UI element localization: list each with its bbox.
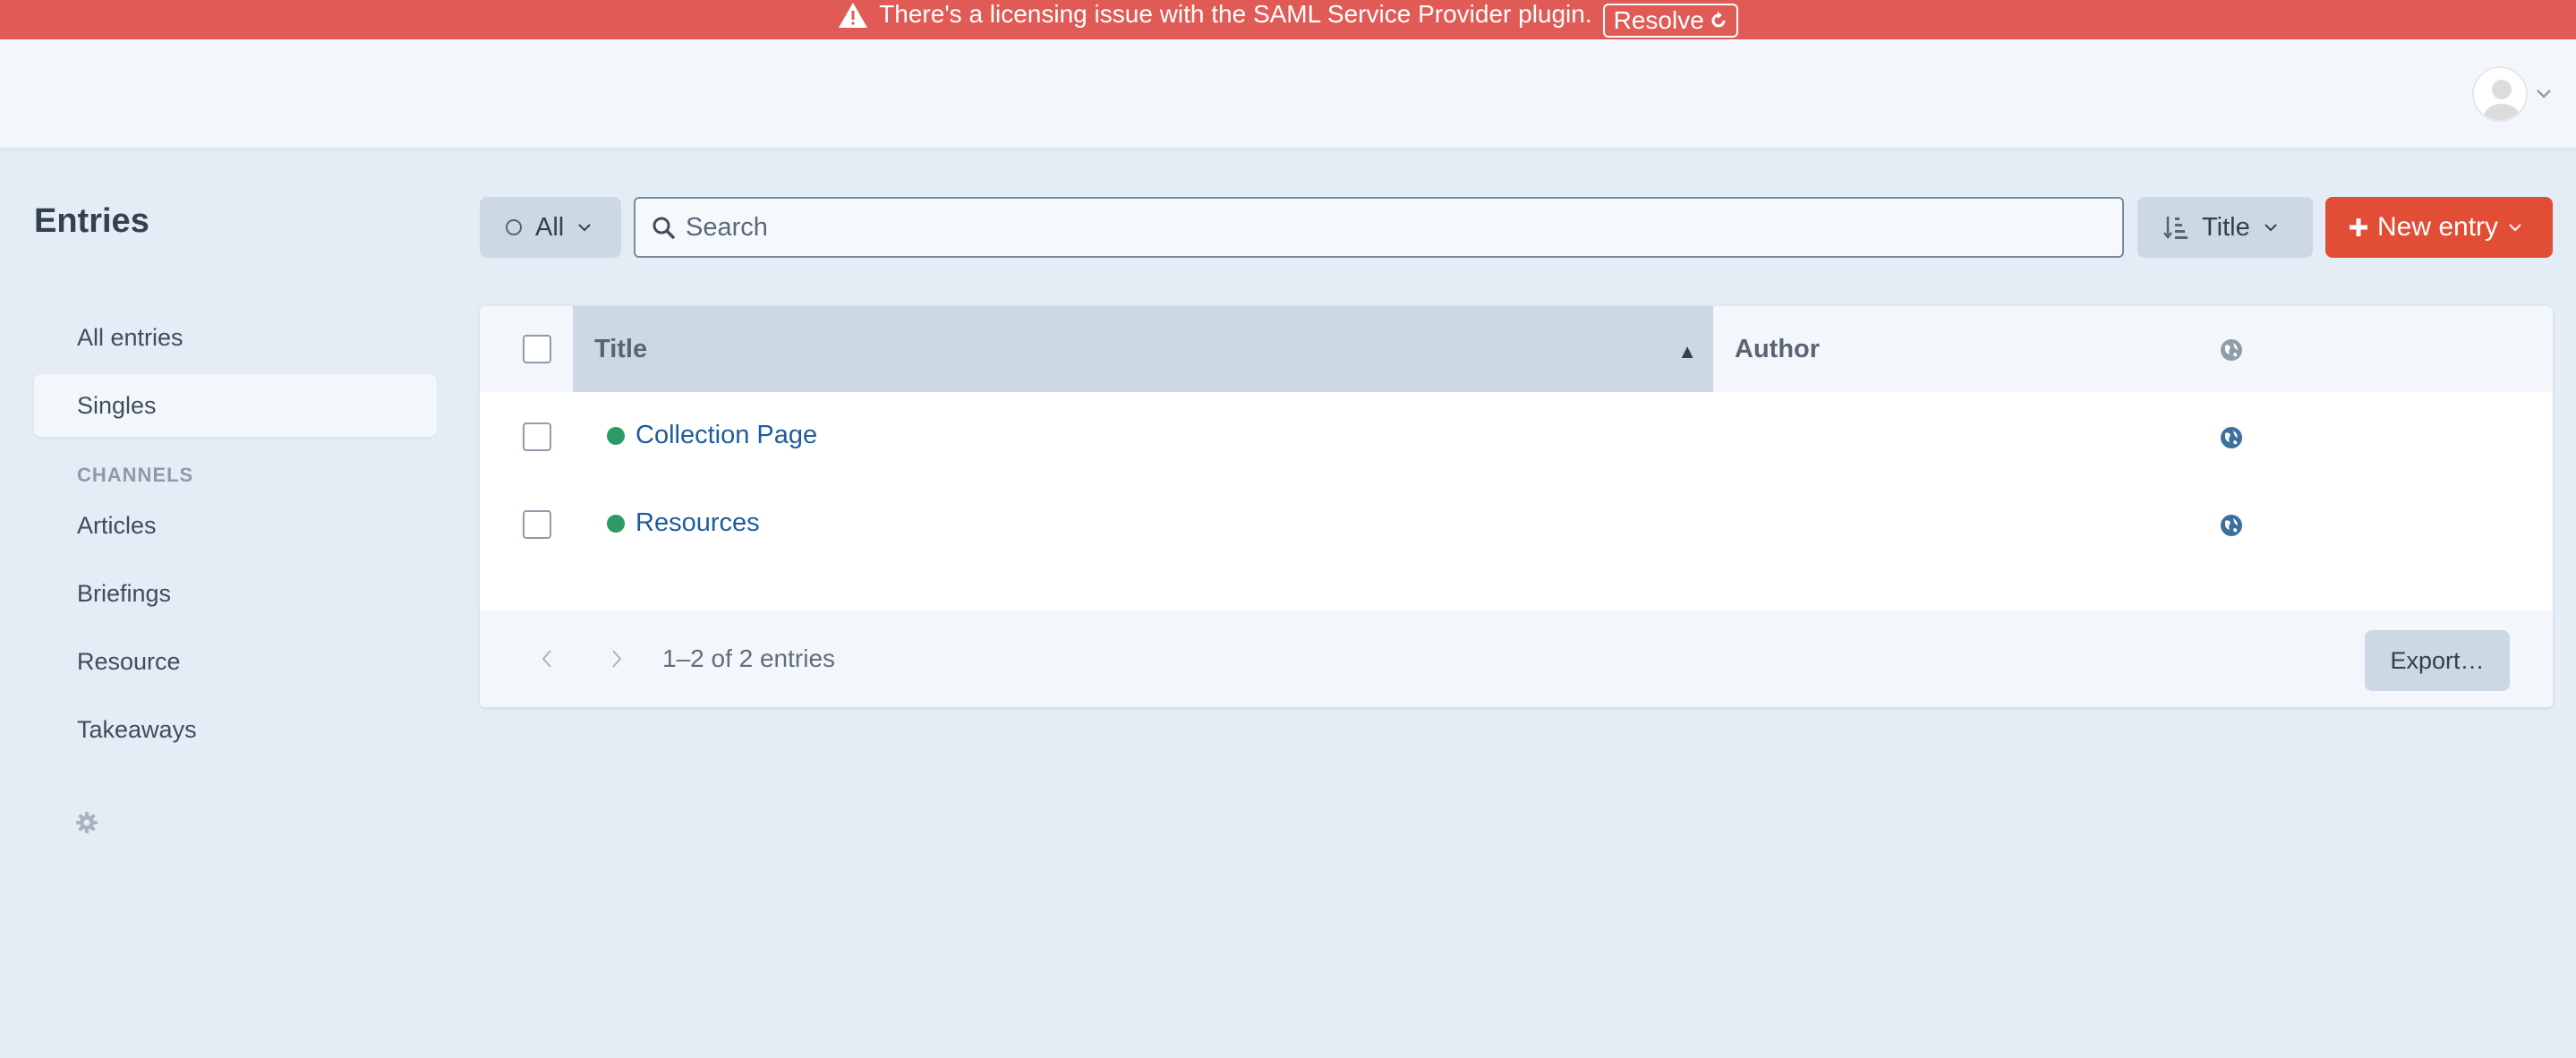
- search-input[interactable]: [686, 212, 2100, 243]
- status-circle-icon: [506, 219, 522, 235]
- gear-icon[interactable]: [75, 811, 98, 834]
- entry-title-link[interactable]: Resources: [607, 508, 760, 538]
- plus-icon: [2350, 218, 2367, 236]
- row-checkbox[interactable]: [523, 422, 551, 451]
- alert-message: There's a licensing issue with the SAML …: [879, 0, 1592, 28]
- license-alert-banner: There's a licensing issue with the SAML …: [0, 0, 2576, 39]
- sidebar-item-resource[interactable]: Resource: [34, 630, 437, 693]
- select-all-checkbox[interactable]: [523, 335, 551, 363]
- sidebar-item-label: Briefings: [77, 579, 172, 607]
- chevron-down-icon[interactable]: [2535, 88, 2553, 100]
- entry-title-link[interactable]: Collection Page: [607, 421, 817, 450]
- pagination-info: 1–2 of 2 entries: [662, 644, 836, 672]
- table-footer: 1–2 of 2 entries Export…: [480, 610, 2553, 707]
- status-filter-label: All: [535, 212, 565, 242]
- column-header-title[interactable]: Title ▲: [573, 306, 1713, 392]
- chevron-right-icon[interactable]: [610, 648, 623, 670]
- entries-table: Title ▲ Author Collection Page Resources: [480, 306, 2553, 707]
- globe-icon: [2221, 515, 2242, 536]
- new-entry-button[interactable]: New entry: [2325, 197, 2553, 258]
- sidebar-item-articles[interactable]: Articles: [34, 494, 437, 557]
- table-header: Title ▲ Author: [480, 306, 2553, 392]
- export-button[interactable]: Export…: [2365, 630, 2510, 691]
- new-entry-label: New entry: [2377, 212, 2499, 242]
- page-title: Entries: [34, 202, 149, 240]
- avatar-silhouette-icon: [2484, 80, 2520, 120]
- entry-title: Collection Page: [635, 421, 818, 449]
- chevron-down-icon: [578, 224, 591, 232]
- sidebar-item-singles[interactable]: Singles: [34, 374, 437, 437]
- sidebar-nav: All entries Singles CHANNELS Articles Br…: [34, 306, 437, 766]
- chevron-left-icon[interactable]: [541, 648, 553, 670]
- sidebar-item-label: Resource: [77, 647, 181, 675]
- column-header-author[interactable]: Author: [1713, 306, 1820, 392]
- column-title-label: Title: [594, 334, 648, 363]
- export-label: Export…: [2390, 646, 2485, 674]
- globe-icon: [2221, 339, 2242, 361]
- sidebar-heading-channels: CHANNELS: [77, 464, 194, 486]
- sidebar-item-label: Singles: [77, 391, 157, 419]
- sort-ascending-icon: ▲: [1677, 340, 1697, 363]
- status-filter-button[interactable]: All: [480, 197, 621, 258]
- sidebar-item-label: All entries: [77, 323, 183, 351]
- warning-icon: [839, 3, 868, 28]
- sort-ascending-icon: [2163, 217, 2188, 240]
- sort-label: Title: [2202, 212, 2250, 242]
- status-live-dot: [607, 426, 625, 445]
- resolve-button[interactable]: Resolve: [1602, 4, 1738, 38]
- sidebar-item-takeaways[interactable]: Takeaways: [34, 698, 437, 761]
- search-icon: [653, 217, 675, 239]
- refresh-icon: [1711, 12, 1726, 28]
- sort-button[interactable]: Title: [2137, 197, 2313, 258]
- sidebar-item-label: Articles: [77, 511, 157, 539]
- globe-icon: [2221, 427, 2242, 448]
- sidebar-item-label: Takeaways: [77, 715, 197, 743]
- global-header: [0, 39, 2576, 149]
- chevron-down-icon: [2265, 224, 2277, 232]
- sidebar-item-all-entries[interactable]: All entries: [34, 306, 437, 369]
- column-author-label: Author: [1735, 334, 1821, 363]
- user-avatar[interactable]: [2472, 66, 2528, 122]
- chevron-down-icon: [2509, 224, 2521, 232]
- status-live-dot: [607, 514, 625, 533]
- entry-title: Resources: [635, 508, 760, 537]
- search-field[interactable]: [634, 197, 2124, 258]
- row-checkbox[interactable]: [523, 510, 551, 539]
- sidebar-item-briefings[interactable]: Briefings: [34, 562, 437, 625]
- resolve-label: Resolve: [1613, 6, 1704, 34]
